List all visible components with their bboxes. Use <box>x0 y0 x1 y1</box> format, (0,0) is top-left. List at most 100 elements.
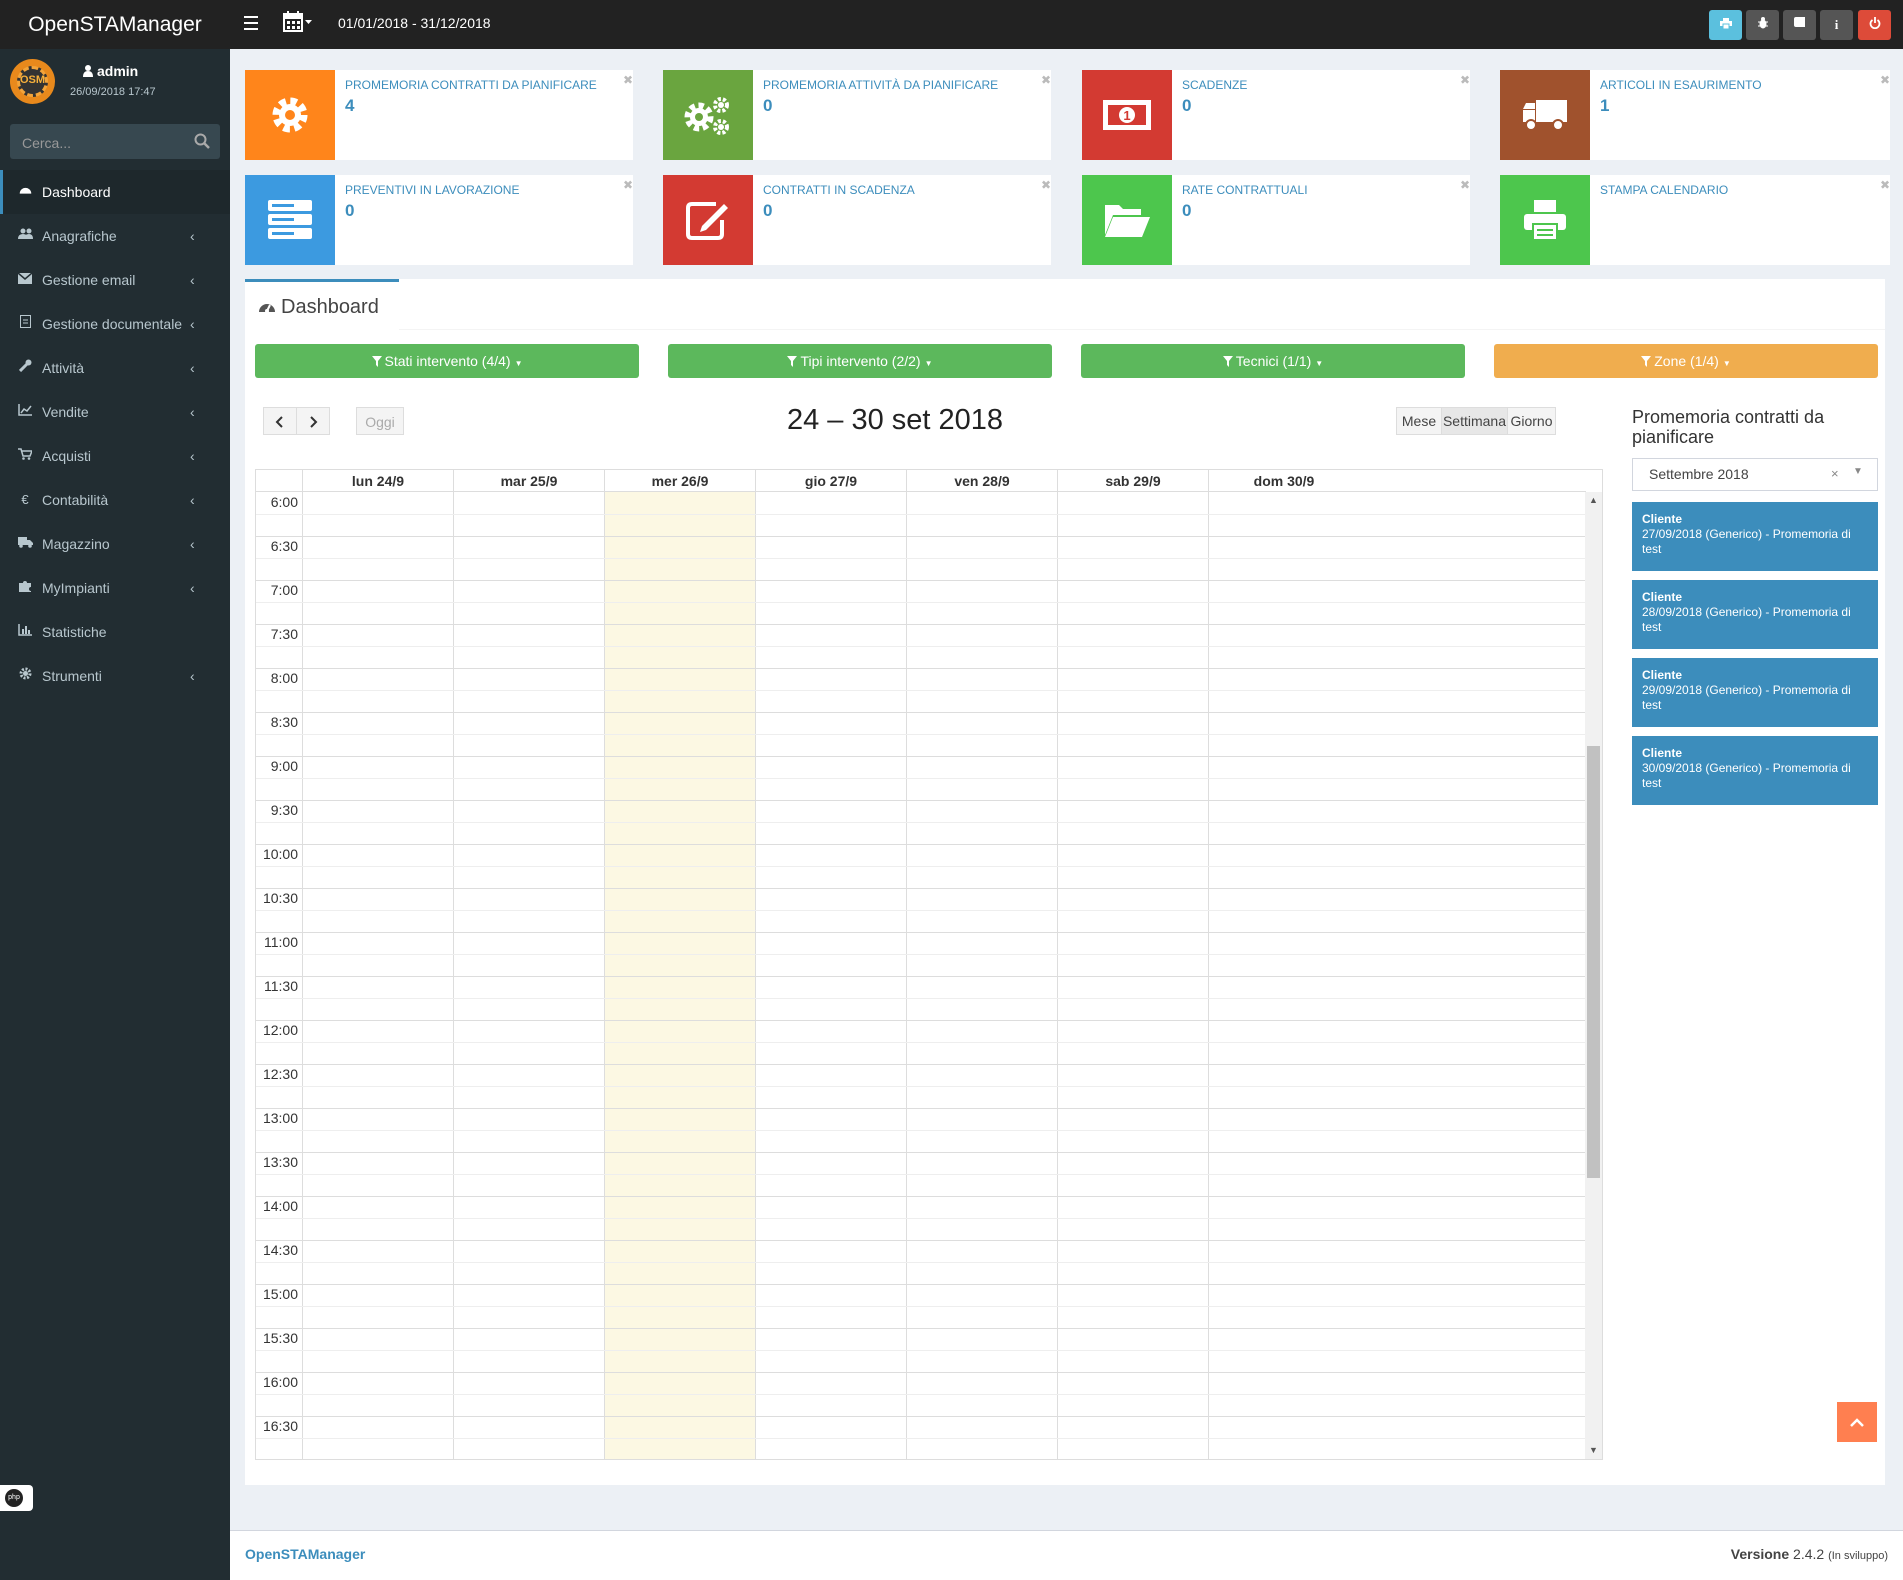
clear-icon[interactable]: × <box>1831 466 1839 481</box>
book-button[interactable] <box>1783 10 1816 40</box>
info-box-articoli-in-esaurimento[interactable]: ARTICOLI IN ESAURIMENTO 1 ✖ <box>1500 70 1890 160</box>
close-icon[interactable]: ✖ <box>623 73 633 87</box>
month-select[interactable]: Settembre 2018 × ▼ <box>1632 458 1878 491</box>
reminder-card[interactable]: Cliente 29/09/2018 (Generico) - Promemori… <box>1632 658 1878 727</box>
day-header[interactable]: sab 29/9 <box>1057 470 1208 492</box>
slot-line <box>256 910 1586 911</box>
slot-line <box>256 1350 1586 1351</box>
scroll-down-icon[interactable]: ▼ <box>1585 1442 1602 1459</box>
reminder-card[interactable]: Cliente 30/09/2018 (Generico) - Promemori… <box>1632 736 1878 805</box>
footer: OpenSTAManager Versione 2.4.2 (In svilup… <box>230 1530 1903 1580</box>
week-calendar-grid[interactable]: lun 24/9 mar 25/9 mer 26/9 gio 27/9 ven 28/9… <box>255 469 1603 1460</box>
info-button[interactable]: i <box>1820 10 1853 40</box>
slot-line <box>256 1240 1586 1241</box>
date-range[interactable]: 01/01/2018 - 31/12/2018 <box>338 15 491 31</box>
truck-icon <box>17 522 33 566</box>
day-header[interactable]: mer 26/9 <box>604 470 755 492</box>
sidebar-item-label: Magazzino <box>42 536 110 552</box>
info-box-contratti-in-scadenza[interactable]: CONTRATTI IN SCADENZA 0 ✖ <box>663 175 1051 265</box>
print-button[interactable] <box>1709 10 1742 40</box>
close-icon[interactable]: ✖ <box>623 178 633 192</box>
caret-down-icon: ▼ <box>1315 359 1324 368</box>
day-header[interactable]: lun 24/9 <box>302 470 453 492</box>
sidebar-item-label: Gestione email <box>42 272 136 288</box>
close-icon[interactable]: ✖ <box>1041 178 1051 192</box>
sidebar-item-label: Dashboard <box>42 184 111 200</box>
info-box-promemoria-attivit-da-pianificare[interactable]: PROMEMORIA ATTIVITÀ DA PIANIFICARE 0 ✖ <box>663 70 1051 160</box>
view-settimana-button[interactable]: Settimana <box>1441 407 1508 435</box>
close-icon[interactable]: ✖ <box>1880 178 1890 192</box>
chevron-left-icon <box>275 416 283 428</box>
sidebar-item-myimpianti[interactable]: MyImpianti ‹ <box>0 566 230 610</box>
app-logo[interactable]: OpenSTAManager <box>0 0 230 49</box>
search-icon[interactable] <box>194 133 210 149</box>
search-input[interactable] <box>10 124 194 161</box>
scrollbar-thumb[interactable] <box>1587 746 1600 1178</box>
print-icon <box>1500 175 1590 265</box>
slot-line <box>256 822 1586 823</box>
sidebar-item-gestione-documentale[interactable]: Gestione documentale ‹ <box>0 302 230 346</box>
next-week-button[interactable] <box>296 407 330 435</box>
calendar-scrollbar[interactable]: ▲ ▼ <box>1585 492 1602 1459</box>
filter-button-zone[interactable]: Zone (1/4) ▼ <box>1494 344 1878 378</box>
reminder-client: Cliente <box>1642 668 1683 682</box>
sidebar-toggle-icon[interactable] <box>238 12 264 38</box>
avatar: OSM <box>10 59 55 104</box>
sidebar-item-statistiche[interactable]: Statistiche <box>0 610 230 654</box>
reminder-card[interactable]: Cliente 27/09/2018 (Generico) - Promemori… <box>1632 502 1878 571</box>
info-box-value: 0 <box>1182 96 1192 115</box>
user-name[interactable]: admin <box>97 63 138 79</box>
close-icon[interactable]: ✖ <box>1460 73 1470 87</box>
tab-dashboard[interactable]: Dashboard <box>245 279 399 330</box>
power-button[interactable] <box>1858 10 1891 40</box>
reminder-card[interactable]: Cliente 28/09/2018 (Generico) - Promemori… <box>1632 580 1878 649</box>
filter-button-tipi[interactable]: Tipi intervento (2/2) ▼ <box>668 344 1052 378</box>
sidebar-item-strumenti[interactable]: Strumenti ‹ <box>0 654 230 698</box>
scroll-up-icon[interactable]: ▲ <box>1585 492 1602 509</box>
filter-button-stati[interactable]: Stati intervento (4/4) ▼ <box>255 344 639 378</box>
php-badge[interactable]: php <box>0 1485 33 1511</box>
calendar-dropdown-icon[interactable] <box>283 11 313 38</box>
sidebar-item-dashboard[interactable]: Dashboard <box>0 170 230 214</box>
slot-line <box>256 1328 1586 1329</box>
scroll-to-top-button[interactable] <box>1837 1402 1877 1442</box>
view-mese-button[interactable]: Mese <box>1396 407 1442 435</box>
sidebar-item-magazzino[interactable]: Magazzino ‹ <box>0 522 230 566</box>
slot-line <box>256 756 1586 757</box>
sidebar-item-attivit[interactable]: Attività ‹ <box>0 346 230 390</box>
sidebar-item-gestione-email[interactable]: Gestione email ‹ <box>0 258 230 302</box>
sidebar-item-anagrafiche[interactable]: Anagrafiche ‹ <box>0 214 230 258</box>
close-icon[interactable]: ✖ <box>1880 73 1890 87</box>
info-box-promemoria-contratti-da-pianificare[interactable]: PROMEMORIA CONTRATTI DA PIANIFICARE 4 ✖ <box>245 70 633 160</box>
slot-line <box>256 954 1586 955</box>
sidebar-item-acquisti[interactable]: Acquisti ‹ <box>0 434 230 478</box>
view-giorno-button[interactable]: Giorno <box>1507 407 1556 435</box>
caret-down-icon: ▼ <box>924 359 933 368</box>
envelope-icon <box>17 258 33 302</box>
sidebar-item-vendite[interactable]: Vendite ‹ <box>0 390 230 434</box>
footer-brand-link[interactable]: OpenSTAManager <box>245 1546 365 1562</box>
search-box <box>10 124 220 161</box>
today-button[interactable]: Oggi <box>356 407 404 435</box>
day-header[interactable]: dom 30/9 <box>1208 470 1359 492</box>
day-header[interactable]: ven 28/9 <box>906 470 1057 492</box>
slot-line <box>256 536 1586 537</box>
close-icon[interactable]: ✖ <box>1460 178 1470 192</box>
prev-week-button[interactable] <box>263 407 297 435</box>
info-box-rate-contrattuali[interactable]: RATE CONTRATTUALI 0 ✖ <box>1082 175 1470 265</box>
sidebar-item-contabilit[interactable]: € Contabilità ‹ <box>0 478 230 522</box>
slot-line <box>256 734 1586 735</box>
day-header[interactable]: gio 27/9 <box>755 470 906 492</box>
day-header[interactable]: mar 25/9 <box>453 470 604 492</box>
info-box-preventivi-in-lavorazione[interactable]: PREVENTIVI IN LAVORAZIONE 0 ✖ <box>245 175 633 265</box>
info-icon: i <box>1834 17 1839 32</box>
money-icon: 1 <box>1082 70 1172 160</box>
close-icon[interactable]: ✖ <box>1041 73 1051 87</box>
filter-button-tecnici[interactable]: Tecnici (1/1) ▼ <box>1081 344 1465 378</box>
info-box-stampa-calendario[interactable]: STAMPA CALENDARIO ✖ <box>1500 175 1890 265</box>
bug-button[interactable] <box>1746 10 1779 40</box>
time-label: 7:30 <box>270 626 298 642</box>
info-box-scadenze[interactable]: 1 SCADENZE 0 ✖ <box>1082 70 1470 160</box>
time-label: 14:00 <box>262 1198 298 1214</box>
slot-line <box>256 932 1586 933</box>
